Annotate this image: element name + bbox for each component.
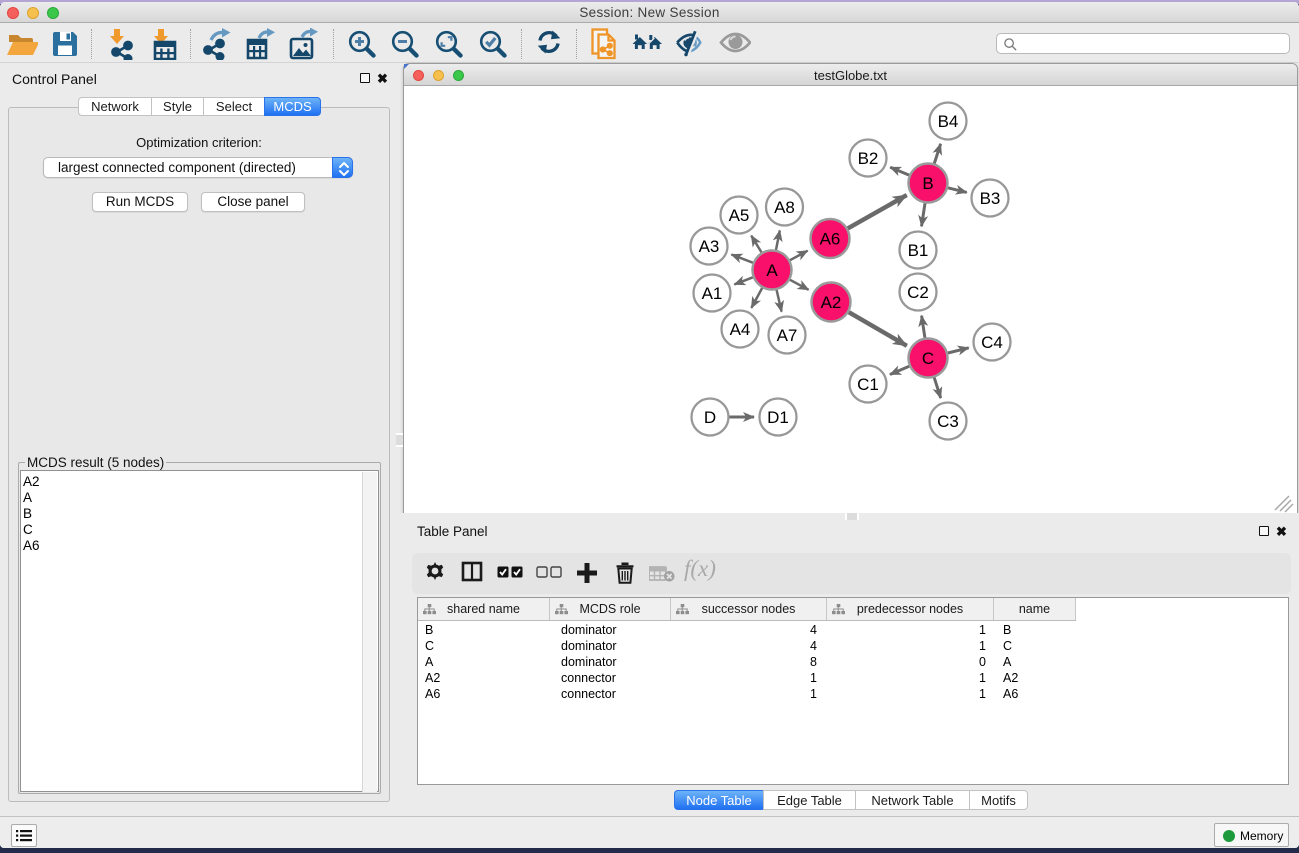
svg-text:D1: D1 <box>767 408 789 427</box>
svg-text:B: B <box>922 174 933 193</box>
svg-text:A3: A3 <box>699 237 720 256</box>
svg-text:A5: A5 <box>729 206 750 225</box>
svg-text:C4: C4 <box>981 333 1003 352</box>
svg-text:A: A <box>766 261 778 280</box>
svg-text:C3: C3 <box>937 412 959 431</box>
svg-text:B3: B3 <box>980 189 1001 208</box>
svg-text:C1: C1 <box>857 375 879 394</box>
svg-text:A7: A7 <box>777 326 798 345</box>
svg-text:B1: B1 <box>908 241 929 260</box>
svg-text:B4: B4 <box>938 112 959 131</box>
svg-text:A8: A8 <box>774 198 795 217</box>
svg-text:A2: A2 <box>821 293 842 312</box>
svg-text:A1: A1 <box>702 284 723 303</box>
svg-text:D: D <box>704 408 716 427</box>
svg-text:B2: B2 <box>858 149 879 168</box>
svg-text:C2: C2 <box>907 283 929 302</box>
svg-text:C: C <box>922 349 934 368</box>
svg-text:A6: A6 <box>820 230 841 249</box>
svg-text:A4: A4 <box>730 320 751 339</box>
